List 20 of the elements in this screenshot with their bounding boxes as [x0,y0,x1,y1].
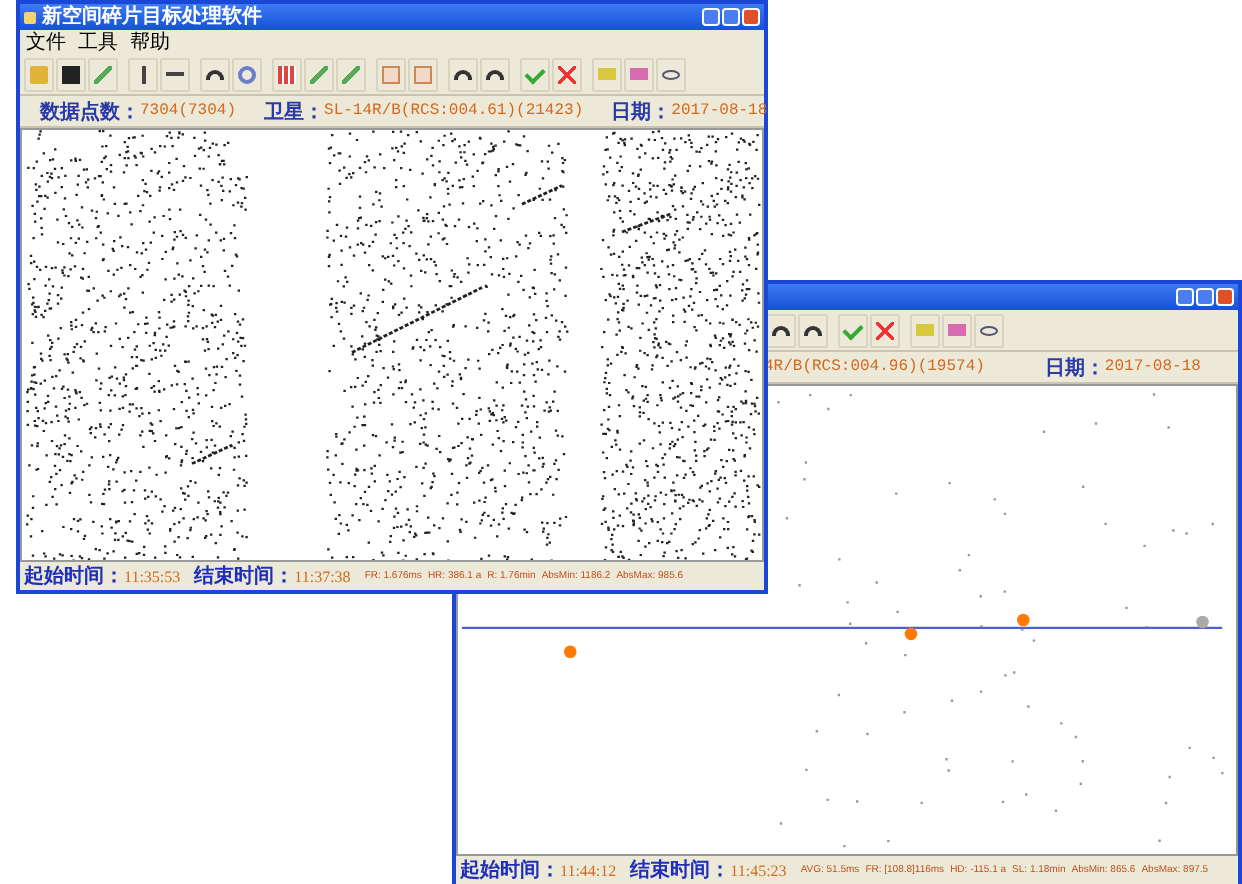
menu-item[interactable]: 帮助 [130,31,170,53]
status-label: 结束时间： [630,857,731,884]
menu-item[interactable]: 文件 [26,31,66,53]
status-value: 11:45:23 [730,861,787,879]
status-label: 起始时间： [460,857,560,884]
field-value: SL-14R/B(RCS:004.61)(21423) [324,102,584,120]
status-value: 11:44:12 [560,861,617,879]
status-value: 11:37:38 [294,567,351,585]
field-value: 7304(7304) [140,102,237,120]
field-value: 2017-08-18 [1104,358,1201,376]
status-label: 结束时间： [194,563,295,590]
field-label: 日期： [611,99,672,125]
field-label: 数据点数： [40,99,140,125]
status-value: 11:35:53 [124,567,181,585]
menu-item[interactable]: 工具 [78,31,118,53]
window-title: 新空间碎片目标处理软件 [42,5,262,29]
field-label: 日期： [1044,355,1105,381]
field-value: 4R/B(RCS:004.96)(19574) [764,358,985,376]
status-label: 起始时间： [24,563,124,590]
field-label: 卫星： [264,99,325,125]
